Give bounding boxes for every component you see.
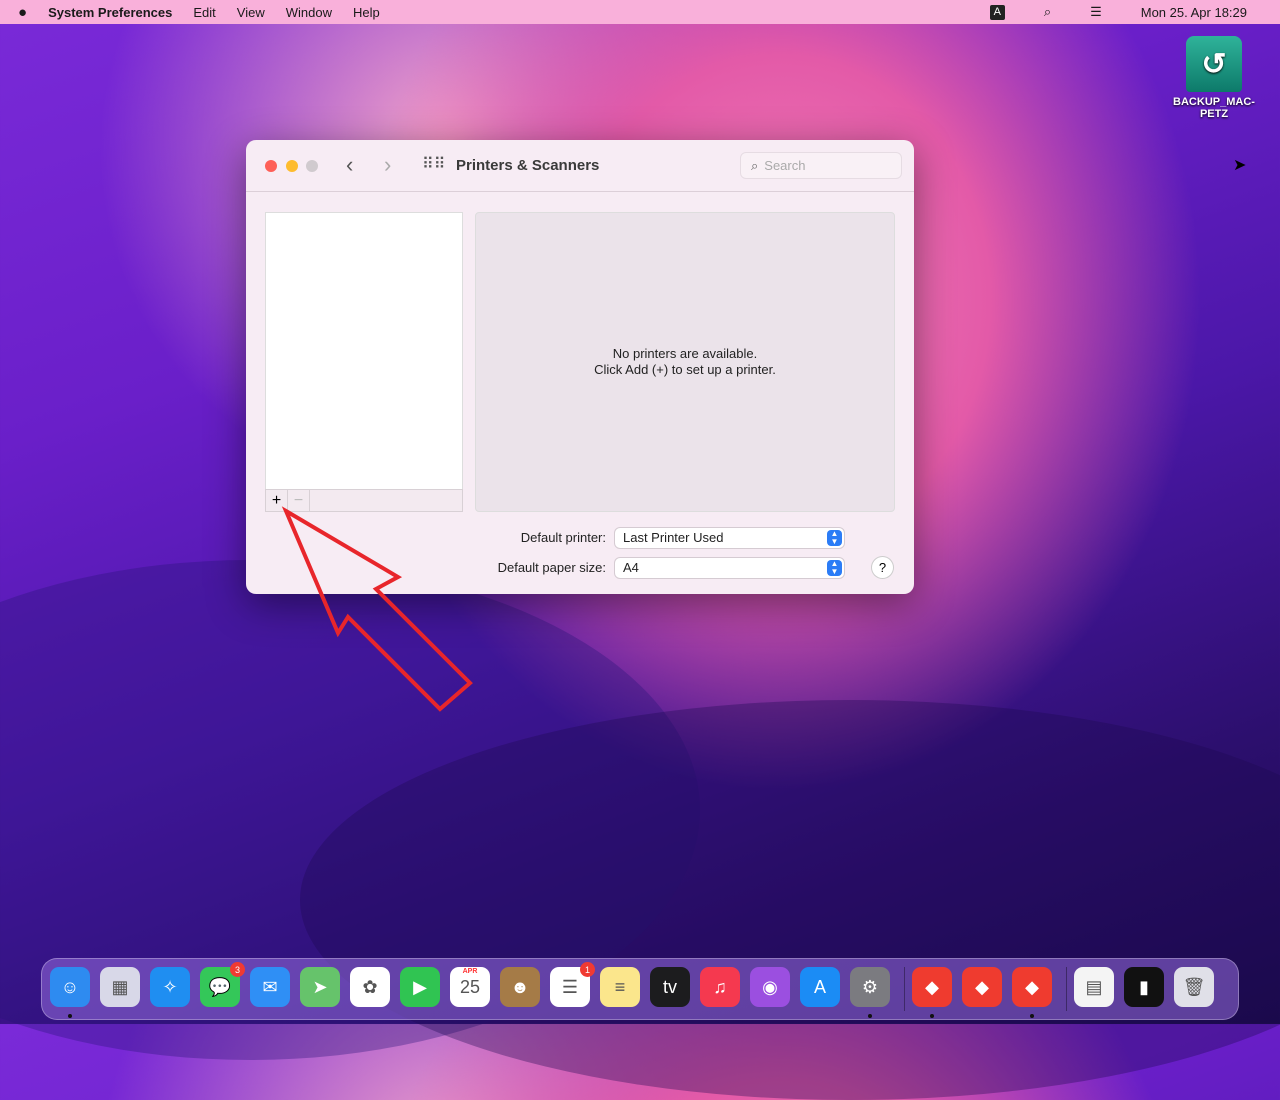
default-printer-label: Default printer: xyxy=(520,530,606,545)
window-title: Printers & Scanners xyxy=(456,157,600,174)
empty-message-line2: Click Add (+) to set up a printer. xyxy=(594,362,776,377)
dock-screenshot[interactable]: ▮ xyxy=(1124,967,1164,1007)
dock-system-preferences[interactable]: ⚙ xyxy=(850,967,890,1007)
dock-trash[interactable]: 🗑 xyxy=(1174,967,1214,1007)
mouse-cursor-icon: ➤ xyxy=(1233,157,1247,174)
finder-icon: ☺ xyxy=(60,976,80,997)
dock-separator xyxy=(904,967,905,1011)
chevron-updown-icon: ▲ ▼ xyxy=(827,530,842,546)
anydesk-1-icon: ◆ xyxy=(925,976,939,997)
dock-facetime[interactable]: ▶ xyxy=(400,967,440,1007)
contacts-icon: ☻ xyxy=(510,976,530,997)
clock[interactable]: Mon 25. Apr 18:29 xyxy=(1141,5,1247,20)
dock-contacts[interactable]: ☻ xyxy=(500,967,540,1007)
calendar-month: APR xyxy=(462,968,478,975)
launchpad-icon: ▦ xyxy=(111,976,129,997)
notification-badge: 3 xyxy=(230,962,245,977)
empty-message-line1: No printers are available. xyxy=(612,346,758,361)
anydesk-2-icon: ◆ xyxy=(975,976,989,997)
search-placeholder: Search xyxy=(764,158,806,173)
help-button[interactable]: ? xyxy=(872,557,893,578)
system-preferences-icon: ⚙ xyxy=(861,976,879,997)
dock-finder[interactable]: ☺ xyxy=(50,967,90,1007)
app-store-icon: A xyxy=(813,976,826,997)
backup-drive[interactable]: ↺ BACKUP_MAC-PETZ xyxy=(1166,36,1262,120)
dock-launchpad[interactable]: ▦ xyxy=(100,967,140,1007)
chevron-updown-icon: ▲ ▼ xyxy=(827,560,842,576)
dock-podcasts[interactable]: ◉ xyxy=(750,967,790,1007)
search-field[interactable]: ⌕ Search xyxy=(740,152,902,179)
back-button[interactable]: ‹ xyxy=(346,152,353,178)
notes-icon: ≡ xyxy=(614,976,626,997)
dock-anydesk-2[interactable]: ◆ xyxy=(962,967,1002,1007)
close-button[interactable] xyxy=(265,160,277,172)
dock-messages[interactable]: 💬 3 xyxy=(200,962,245,1007)
dock-app-store[interactable]: A xyxy=(800,967,840,1007)
calendar-icon: 25 xyxy=(459,976,481,997)
tv-icon: tv xyxy=(662,976,677,997)
dock-music[interactable]: ♫ xyxy=(700,967,740,1007)
spotlight-icon[interactable]: ⌕ xyxy=(1044,4,1051,20)
control-center-icon[interactable]: ☰ xyxy=(1090,4,1102,20)
annotation-arrow xyxy=(281,506,473,712)
menu-app-name[interactable]: System Preferences xyxy=(48,5,172,20)
facetime-icon: ▶ xyxy=(413,976,427,997)
dock-separator xyxy=(1066,967,1067,1011)
default-printer-value: Last Printer Used xyxy=(623,530,724,545)
menu-edit[interactable]: Edit xyxy=(193,5,215,20)
time-machine-drive-icon: ↺ xyxy=(1186,36,1242,92)
menu-bar: ● System Preferences Edit View Window He… xyxy=(0,0,1280,24)
document-icon: ▤ xyxy=(1085,976,1103,997)
zoom-button[interactable] xyxy=(306,160,318,172)
trash-icon: 🗑 xyxy=(1182,976,1206,997)
maps-icon: ➤ xyxy=(312,976,328,997)
dock-anydesk-1[interactable]: ◆ xyxy=(912,967,952,1007)
running-indicator xyxy=(1030,1014,1034,1018)
dock-anydesk-3[interactable]: ◆ xyxy=(1012,967,1052,1007)
running-indicator xyxy=(868,1014,872,1018)
apple-menu-icon[interactable]: ● xyxy=(18,4,27,21)
photos-icon: ✿ xyxy=(362,976,378,997)
menu-window[interactable]: Window xyxy=(286,5,332,20)
dock: ☺ ▦ ✧ 💬 3 ✉ ➤ ✿ ▶ 25 APR ☻ ☰ 1 ≡ tv ♫ ◉ A ⚙ ◆ ◆ ◆ ▤ ▮ 🗑 xyxy=(41,958,1239,1020)
music-icon: ♫ xyxy=(713,976,727,997)
menu-help[interactable]: Help xyxy=(353,5,380,20)
dock-document[interactable]: ▤ xyxy=(1074,967,1114,1007)
minimize-button[interactable] xyxy=(286,160,298,172)
dock-reminders[interactable]: ☰ 1 xyxy=(550,962,595,1007)
arrow-shape xyxy=(281,506,473,712)
podcasts-icon: ◉ xyxy=(762,976,778,997)
title-bar: ‹ › ⠿⠿ Printers & Scanners ⌕ Search xyxy=(246,140,914,192)
menu-view[interactable]: View xyxy=(237,5,265,20)
messages-icon: 💬 xyxy=(208,976,232,997)
show-all-grid-icon[interactable]: ⠿⠿ xyxy=(422,154,445,174)
default-printer-select[interactable]: Last Printer Used ▲ ▼ xyxy=(615,528,844,548)
dock-tv[interactable]: tv xyxy=(650,967,690,1007)
running-indicator xyxy=(68,1014,72,1018)
forward-button[interactable]: › xyxy=(384,152,391,178)
input-source-icon[interactable]: A xyxy=(989,4,1005,20)
dock-safari[interactable]: ✧ xyxy=(150,967,190,1007)
reminders-icon: ☰ xyxy=(561,976,579,997)
printer-list[interactable] xyxy=(265,212,463,512)
printer-detail-pane: No printers are available. Click Add (+)… xyxy=(475,212,895,512)
dock-photos[interactable]: ✿ xyxy=(350,967,390,1007)
paper-size-value: A4 xyxy=(623,560,639,575)
anydesk-3-icon: ◆ xyxy=(1025,976,1039,997)
search-icon: ⌕ xyxy=(751,157,759,173)
paper-size-label: Default paper size: xyxy=(497,560,606,575)
screenshot-icon: ▮ xyxy=(1139,976,1149,997)
safari-icon: ✧ xyxy=(162,976,178,997)
mail-icon: ✉ xyxy=(262,976,278,997)
dock-calendar[interactable]: 25 APR xyxy=(450,967,490,1007)
drive-label: BACKUP_MAC-PETZ xyxy=(1173,96,1255,120)
dock-notes[interactable]: ≡ xyxy=(600,967,640,1007)
running-indicator xyxy=(930,1014,934,1018)
dock-maps[interactable]: ➤ xyxy=(300,967,340,1007)
notification-badge: 1 xyxy=(580,962,595,977)
dock-mail[interactable]: ✉ xyxy=(250,967,290,1007)
paper-size-select[interactable]: A4 ▲ ▼ xyxy=(615,558,844,578)
